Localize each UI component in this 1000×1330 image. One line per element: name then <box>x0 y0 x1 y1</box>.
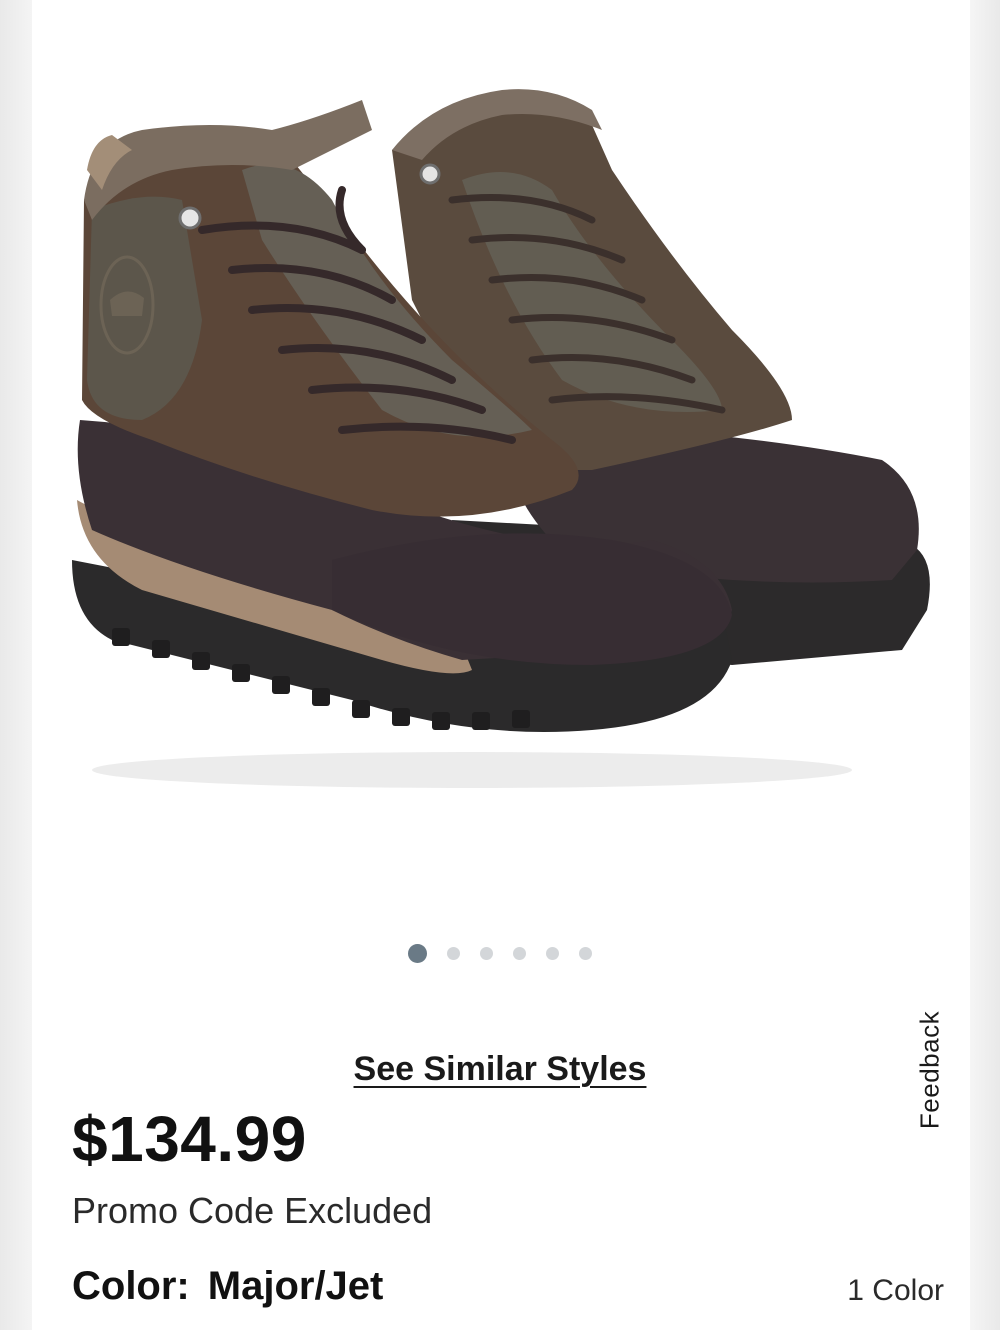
carousel-dot-1[interactable] <box>408 943 427 963</box>
color-value: Major/Jet <box>207 1264 384 1308</box>
color-count: 1 Color <box>847 1274 944 1307</box>
feedback-tab[interactable]: Feedback <box>880 1008 980 1132</box>
boots-illustration <box>72 89 930 788</box>
product-image[interactable] <box>32 0 970 920</box>
see-similar-styles-link[interactable]: See Similar Styles <box>0 1050 1000 1089</box>
carousel-dot-6[interactable] <box>579 946 592 960</box>
carousel-dot-2[interactable] <box>447 946 460 960</box>
color-selection: Color: Major/Jet <box>72 1264 383 1309</box>
left-edge-shadow <box>0 0 32 1330</box>
carousel-dot-4[interactable] <box>513 946 526 960</box>
carousel-dot-5[interactable] <box>546 946 559 960</box>
color-label: Color: <box>72 1264 190 1308</box>
carousel-dot-3[interactable] <box>480 946 493 960</box>
image-carousel-pager <box>0 942 1000 964</box>
product-detail-page: See Similar Styles Feedback $134.99 Prom… <box>0 0 1000 1330</box>
feedback-label: Feedback <box>914 1010 945 1130</box>
product-price: $134.99 <box>72 1103 307 1175</box>
promo-note: Promo Code Excluded <box>72 1190 433 1231</box>
